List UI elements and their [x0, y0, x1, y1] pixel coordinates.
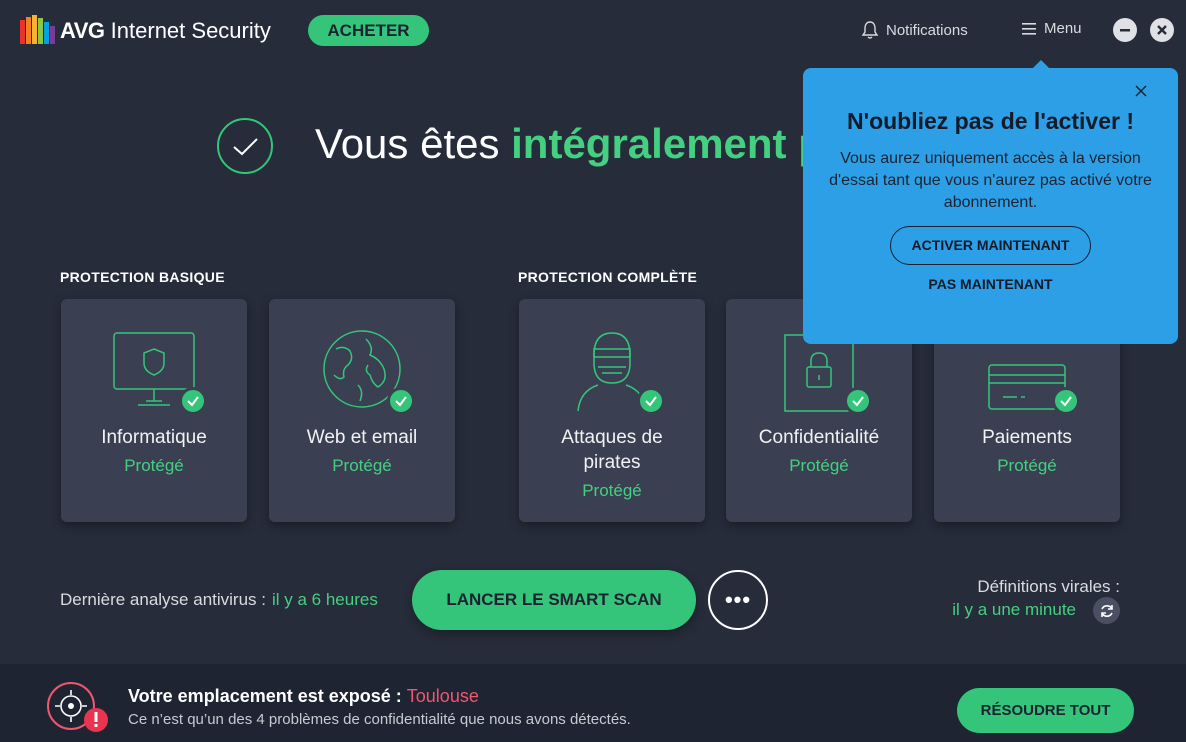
popup-message: Vous aurez uniquement accès à la version… [829, 150, 1152, 211]
avg-logo-icon [20, 15, 55, 44]
protected-badge-icon [637, 387, 665, 415]
location-exposed-icon [47, 682, 108, 732]
card-status: Protégé [332, 456, 392, 475]
brand-name: AVG [60, 18, 105, 43]
buy-button[interactable]: ACHETER [308, 15, 429, 46]
notifications-label: Notifications [886, 21, 968, 39]
protected-badge-icon [387, 387, 415, 415]
card-title: Attaques de pirates [561, 427, 663, 473]
protected-check-icon [217, 118, 273, 174]
minimize-button[interactable] [1113, 18, 1137, 42]
notifications-button[interactable]: Notifications [860, 20, 968, 40]
hero-prefix: Vous êtes [315, 120, 512, 167]
app-title: AVG Internet Security [60, 18, 271, 44]
protected-badge-icon [844, 387, 872, 415]
menu-label: Menu [1044, 20, 1082, 37]
last-scan-value: il y a 6 heures [271, 590, 378, 609]
card-computer[interactable]: Informatique Protégé [61, 299, 247, 522]
card-status: Protégé [789, 456, 849, 475]
hamburger-icon [1022, 22, 1036, 35]
minimize-icon [1120, 29, 1130, 32]
basic-protection-label: PROTECTION BASIQUE [60, 269, 225, 285]
activation-popup: N'oubliez pas de l'activer ! Vous aurez … [803, 68, 1178, 344]
not-now-button[interactable]: PAS MAINTENANT [803, 276, 1178, 292]
card-title: Web et email [306, 427, 418, 448]
card-hacker-attacks[interactable]: Attaques de pirates Protégé [519, 299, 705, 522]
protection-status-title: Vous êtes intégralement p [315, 120, 830, 168]
popup-title: N'oubliez pas de l'activer ! [846, 108, 1135, 134]
product-name: Internet Security [110, 18, 271, 43]
refresh-icon [1100, 604, 1113, 617]
title-bar: AVG Internet Security ACHETER Notificati… [0, 0, 1186, 62]
privacy-alert-title: Votre emplacement est exposé : Toulouse [128, 686, 479, 707]
virus-definitions-label: Définitions virales : [977, 577, 1120, 596]
full-protection-label: PROTECTION COMPLÈTE [518, 269, 698, 285]
activate-now-button[interactable]: ACTIVER MAINTENANT [890, 226, 1091, 265]
virus-definitions-value: il y a une minute [952, 600, 1076, 619]
more-scan-options-button[interactable]: ••• [708, 570, 768, 630]
bell-icon [861, 21, 879, 39]
update-definitions-button[interactable] [1093, 597, 1120, 624]
card-status: Protégé [997, 456, 1057, 475]
hero-accent: intégralement p [511, 120, 824, 167]
close-icon [1157, 25, 1167, 35]
card-title: Informatique [101, 427, 207, 448]
protected-badge-icon [1052, 387, 1080, 415]
protected-badge-icon [179, 387, 207, 415]
last-scan-info: Dernière analyse antivirus : il y a 6 heu… [60, 590, 378, 610]
privacy-alert-text: Votre emplacement est exposé : [128, 686, 407, 706]
exposed-city: Toulouse [406, 686, 479, 706]
card-title: Paiements [982, 427, 1072, 448]
card-title: Confidentialité [758, 427, 880, 448]
card-web-email[interactable]: Web et email Protégé [269, 299, 455, 522]
last-scan-label: Dernière analyse antivirus : [60, 590, 266, 609]
privacy-alert-subtitle: Ce n’est qu’un des 4 problèmes de confid… [128, 711, 631, 728]
smart-scan-button[interactable]: LANCER LE SMART SCAN [412, 570, 696, 630]
card-status: Protégé [582, 481, 642, 500]
card-status: Protégé [124, 456, 184, 475]
app-logo: AVG Internet Security [18, 14, 271, 48]
close-icon[interactable] [1134, 84, 1148, 98]
close-window-button[interactable] [1150, 18, 1174, 42]
resolve-all-button[interactable]: RÉSOUDRE TOUT [957, 688, 1134, 733]
menu-button[interactable]: Menu [1020, 20, 1082, 37]
